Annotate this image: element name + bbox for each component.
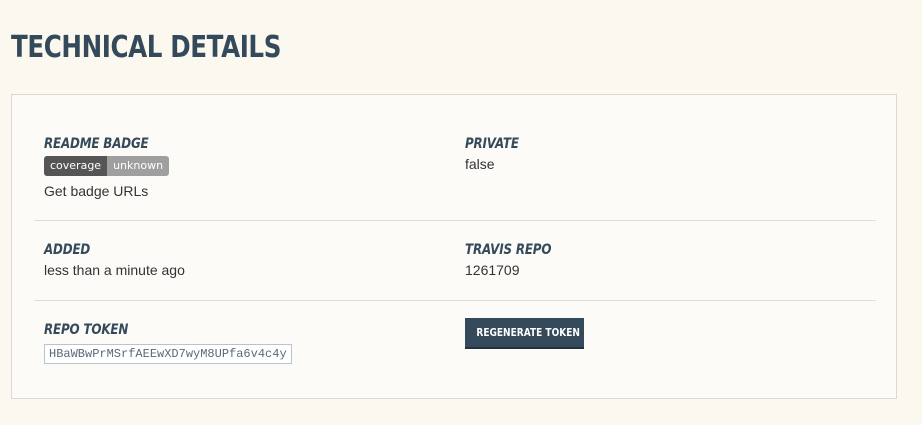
readme-badge-section: README BADGE coverage unknown Get badge … <box>44 135 170 201</box>
repo-token-value[interactable]: HBaWBwPrMSrfAEEwXD7wyM8UPfa6v4c4y <box>44 344 292 364</box>
regenerate-token-label: REGENERATE TOKEN <box>476 326 580 339</box>
technical-details-panel: README BADGE coverage unknown Get badge … <box>11 94 897 399</box>
readme-badge-label: README BADGE <box>44 136 149 152</box>
added-section: ADDED less than a minute ago <box>44 241 185 279</box>
private-section: PRIVATE false <box>465 135 528 173</box>
private-label: PRIVATE <box>465 136 519 152</box>
details-row: ADDED less than a minute ago TRAVIS REPO… <box>34 220 876 301</box>
regenerate-token-button[interactable]: REGENERATE TOKEN <box>465 318 584 349</box>
private-value: false <box>465 156 495 172</box>
get-badge-urls-link[interactable]: Get badge URLs <box>44 183 148 199</box>
travis-repo-label: TRAVIS REPO <box>465 242 552 258</box>
repo-token-label: REPO TOKEN <box>44 322 129 338</box>
repo-token-section: REPO TOKEN HBaWBwPrMSrfAEEwXD7wyM8UPfa6v… <box>44 321 292 364</box>
travis-repo-value: 1261709 <box>465 262 520 278</box>
details-row: REPO TOKEN HBaWBwPrMSrfAEEwXD7wyM8UPfa6v… <box>34 300 876 381</box>
added-label: ADDED <box>44 242 91 258</box>
badge-status: unknown <box>107 156 170 176</box>
added-value: less than a minute ago <box>44 262 185 278</box>
coverage-badge[interactable]: coverage unknown <box>44 156 170 176</box>
details-row: README BADGE coverage unknown Get badge … <box>34 135 876 220</box>
page-title: TECHNICAL DETAILS <box>11 30 282 65</box>
travis-repo-section: TRAVIS REPO 1261709 <box>465 241 567 279</box>
badge-subject: coverage <box>44 156 108 176</box>
